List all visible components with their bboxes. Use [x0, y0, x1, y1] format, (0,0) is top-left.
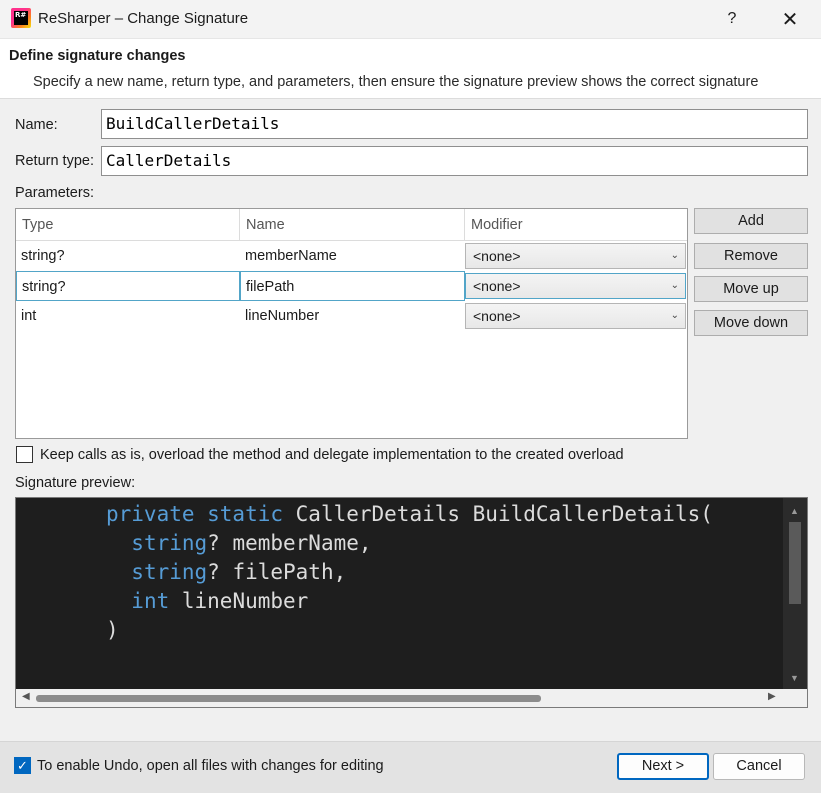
param-type-cell[interactable]: int — [16, 301, 240, 331]
next-button[interactable]: Next > — [617, 753, 709, 780]
param-type-cell[interactable]: string? — [16, 241, 240, 271]
scroll-left-icon[interactable]: ◀ — [22, 691, 30, 702]
close-button[interactable]: ✕ — [780, 7, 800, 32]
header-band: Define signature changes Specify a new n… — [0, 38, 821, 99]
move-down-button[interactable]: Move down — [694, 310, 808, 336]
combo-value: <none> — [473, 308, 521, 324]
help-button[interactable]: ? — [722, 10, 742, 28]
table-row-selected[interactable]: string? filePath <none> ⌄ — [16, 271, 687, 301]
chevron-down-icon: ⌄ — [670, 280, 679, 291]
code-text: CallerDetails BuildCallerDetails( — [283, 502, 713, 526]
preview-horizontal-scrollbar[interactable]: ◀ ▶ — [16, 689, 807, 707]
code-text: lineNumber — [169, 589, 309, 613]
code-keyword: int — [131, 589, 170, 613]
header-subtitle: Specify a new name, return type, and par… — [33, 74, 759, 90]
column-header-modifier[interactable]: Modifier — [465, 209, 687, 241]
parameters-table[interactable]: Type Name Modifier string? memberName <n… — [15, 208, 688, 439]
scroll-up-icon[interactable]: ▲ — [790, 506, 799, 516]
scroll-down-icon[interactable]: ▼ — [790, 673, 799, 683]
add-button[interactable]: Add — [694, 208, 808, 234]
column-header-type[interactable]: Type — [16, 209, 240, 241]
table-row[interactable]: int lineNumber <none> ⌄ — [16, 301, 687, 331]
chevron-down-icon: ⌄ — [670, 310, 679, 321]
combo-value: <none> — [473, 278, 521, 294]
code-keyword: string — [131, 531, 208, 555]
param-modifier-combo[interactable]: <none> ⌄ — [465, 303, 686, 329]
scroll-thumb[interactable] — [36, 695, 541, 702]
param-name-cell[interactable]: memberName — [240, 241, 465, 271]
cancel-button[interactable]: Cancel — [713, 753, 805, 780]
param-name-cell[interactable]: filePath — [240, 271, 465, 301]
signature-code: private static CallerDetails BuildCaller… — [106, 500, 713, 645]
signature-preview[interactable]: private static CallerDetails BuildCaller… — [15, 497, 808, 708]
code-text: ) — [106, 618, 119, 642]
undo-checkbox[interactable]: ✓ — [14, 757, 31, 774]
return-type-label: Return type: — [15, 153, 94, 169]
parameters-label: Parameters: — [15, 185, 94, 201]
scroll-thumb[interactable] — [789, 522, 801, 604]
param-modifier-combo[interactable]: <none> ⌄ — [465, 273, 686, 299]
name-label: Name: — [15, 117, 58, 133]
title-bar: R# ReSharper – Change Signature ? ✕ — [0, 0, 821, 38]
header-title: Define signature changes — [9, 48, 186, 64]
remove-button[interactable]: Remove — [694, 243, 808, 269]
param-modifier-combo[interactable]: <none> ⌄ — [465, 243, 686, 269]
code-keyword: private static — [106, 502, 284, 526]
return-type-input[interactable]: CallerDetails — [101, 146, 808, 176]
app-icon-text: R# — [14, 11, 28, 25]
overload-checkbox[interactable] — [16, 446, 33, 463]
scroll-right-icon[interactable]: ▶ — [768, 691, 776, 702]
column-header-name[interactable]: Name — [240, 209, 465, 241]
overload-label[interactable]: Keep calls as is, overload the method an… — [40, 447, 624, 463]
preview-vertical-scrollbar[interactable]: ▲ ▼ — [783, 498, 807, 689]
combo-value: <none> — [473, 248, 521, 264]
name-input[interactable]: BuildCallerDetails — [101, 109, 808, 139]
move-up-button[interactable]: Move up — [694, 276, 808, 302]
code-text: ? memberName, — [207, 531, 372, 555]
chevron-down-icon: ⌄ — [670, 250, 679, 261]
param-name-cell[interactable]: lineNumber — [240, 301, 465, 331]
undo-label[interactable]: To enable Undo, open all files with chan… — [37, 758, 384, 774]
code-keyword: string — [131, 560, 208, 584]
window-title: ReSharper – Change Signature — [38, 10, 249, 27]
signature-preview-label: Signature preview: — [15, 475, 136, 491]
param-type-cell[interactable]: string? — [16, 271, 240, 301]
table-row[interactable]: string? memberName <none> ⌄ — [16, 241, 687, 271]
code-text: ? filePath, — [207, 560, 347, 584]
resharper-app-icon: R# — [11, 8, 31, 28]
